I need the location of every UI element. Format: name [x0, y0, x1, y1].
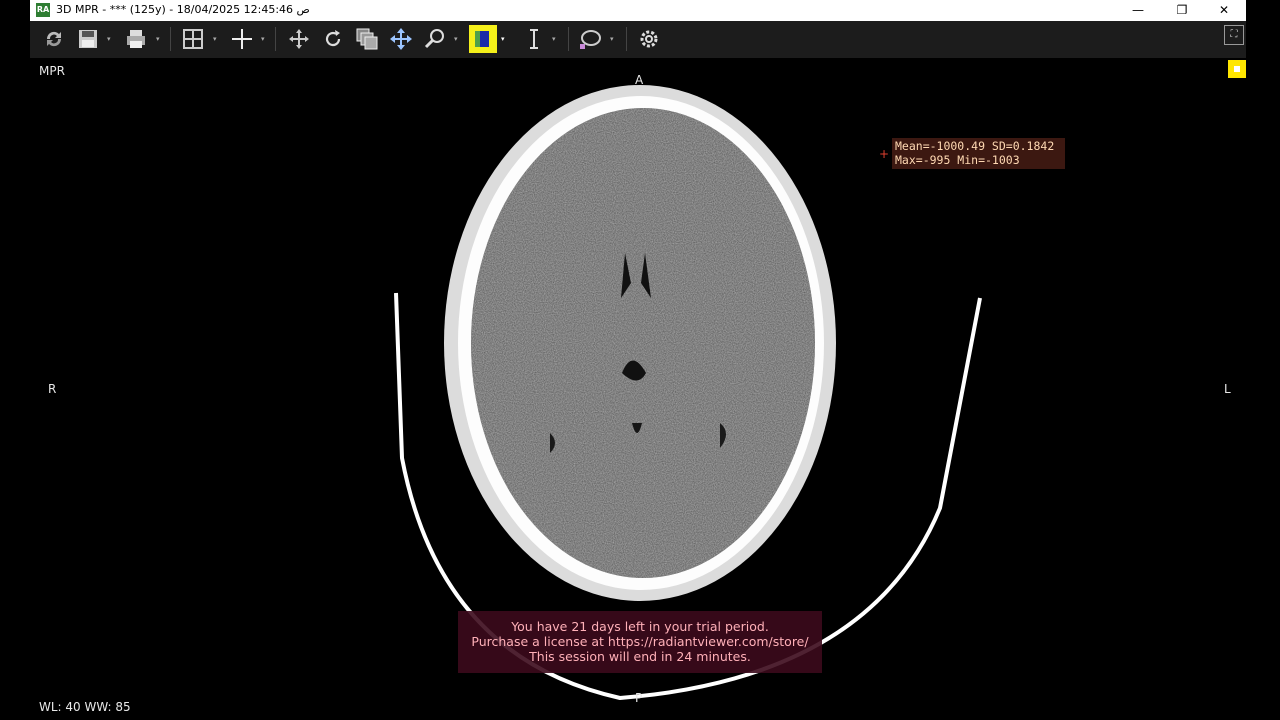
orientation-left: R — [48, 382, 57, 396]
trial-line3: This session will end in 24 minutes. — [529, 649, 751, 664]
stack-icon[interactable] — [353, 25, 381, 53]
zoom-dropdown-icon[interactable]: ▾ — [454, 35, 462, 43]
roi-stats-line2: Max=-995 Min=-1003 — [895, 153, 1020, 167]
move-icon[interactable] — [387, 25, 415, 53]
app-icon: RA — [36, 3, 50, 17]
refresh-icon[interactable] — [40, 25, 68, 53]
title-bar: RA 3D MPR - *** (125y) - 18/04/2025 12:4… — [30, 0, 1246, 21]
rotate-icon[interactable] — [319, 25, 347, 53]
trial-line1: You have 21 days left in your trial peri… — [511, 619, 769, 634]
crosshair-icon[interactable] — [228, 25, 256, 53]
trial-line2: Purchase a license at https://radiantvie… — [471, 634, 809, 649]
save-icon[interactable] — [74, 25, 102, 53]
save-dropdown-icon[interactable]: ▾ — [107, 35, 115, 43]
fullscreen-icon[interactable]: ⛶ — [1224, 25, 1244, 45]
settings-icon[interactable] — [635, 25, 663, 53]
print-dropdown-icon[interactable]: ▾ — [156, 35, 164, 43]
roi-stats-line1: Mean=-1000.49 SD=0.1842 — [895, 139, 1055, 153]
layout-icon[interactable] — [179, 25, 207, 53]
mpr-viewport[interactable]: MPR A P R L WL: 40 WW: 85 + Mean=-1000.4… — [30, 58, 1246, 720]
minimize-button[interactable]: — — [1116, 0, 1160, 21]
print-icon[interactable] — [122, 25, 150, 53]
orientation-top: A — [635, 73, 644, 87]
window-title: 3D MPR - *** (125y) - 18/04/2025 12:45:4… — [56, 3, 310, 16]
window-level-dropdown-icon[interactable]: ▾ — [501, 35, 509, 43]
view-label: MPR — [39, 64, 65, 78]
measure-dropdown-icon[interactable]: ▾ — [552, 35, 560, 43]
window-level-icon[interactable] — [469, 25, 497, 53]
viewport-indicator-icon[interactable] — [1228, 60, 1246, 78]
roi-stats[interactable]: Mean=-1000.49 SD=0.1842 Max=-995 Min=-10… — [892, 138, 1065, 169]
close-button[interactable]: ✕ — [1202, 0, 1246, 21]
crosshair-dropdown-icon[interactable]: ▾ — [261, 35, 269, 43]
restore-button[interactable]: ❐ — [1160, 0, 1204, 21]
pan-icon[interactable] — [285, 25, 313, 53]
roi-icon[interactable] — [576, 25, 604, 53]
measure-icon[interactable] — [520, 25, 548, 53]
zoom-icon[interactable] — [421, 25, 449, 53]
trial-notice: You have 21 days left in your trial peri… — [458, 611, 822, 673]
layout-dropdown-icon[interactable]: ▾ — [213, 35, 221, 43]
toolbar: ▾ ▾ ▾ ▾ ▾ ▾ ▾ ▾ ⛶ — [30, 21, 1246, 59]
window-level-readout: WL: 40 WW: 85 — [39, 700, 131, 714]
orientation-bottom: P — [635, 691, 643, 705]
roi-marker-icon[interactable]: + — [879, 147, 889, 161]
orientation-right: L — [1224, 382, 1231, 396]
roi-dropdown-icon[interactable]: ▾ — [610, 35, 618, 43]
